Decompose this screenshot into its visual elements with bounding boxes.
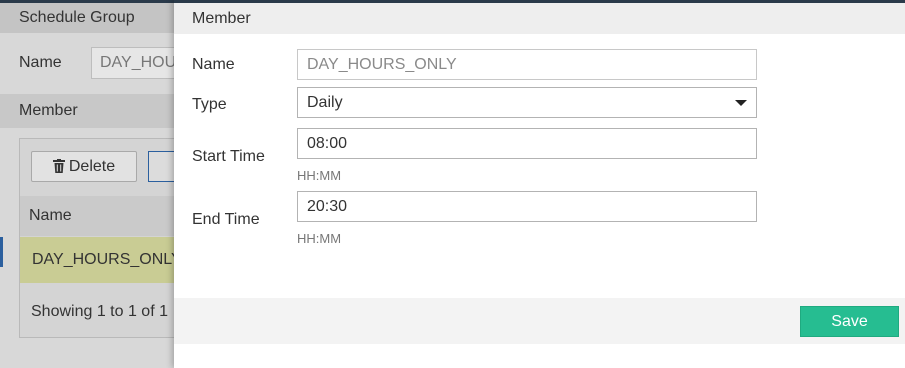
member-dialog: Member Name DAY_HOURS_ONLY Type Daily St…	[174, 0, 905, 368]
delete-button[interactable]: Delete	[31, 151, 137, 182]
name-field[interactable]: DAY_HOURS_ONLY	[297, 49, 757, 80]
bg-name-label: Name	[19, 54, 62, 71]
dialog-footer: Save	[174, 298, 905, 344]
app-root: Schedule Group Name DAY_HOURS_ONLY Membe…	[0, 0, 905, 368]
end-time-field[interactable]: 20:30	[297, 191, 757, 222]
dialog-title: Member	[174, 3, 905, 34]
type-label: Type	[192, 96, 227, 113]
end-time-hint: HH:MM	[297, 231, 342, 246]
bg-table-header-name[interactable]: Name	[20, 196, 190, 236]
pagination-info: Showing 1 to 1 of 1	[31, 303, 168, 320]
start-time-hint: HH:MM	[297, 168, 342, 183]
schedule-group-header: Schedule Group	[0, 3, 180, 33]
type-select[interactable]: Daily	[297, 87, 757, 118]
caret-down-icon	[735, 100, 747, 106]
type-select-value: Daily	[307, 94, 343, 111]
save-button[interactable]: Save	[800, 306, 899, 337]
delete-label: Delete	[68, 158, 116, 175]
end-time-label: End Time	[192, 211, 260, 228]
bg-member-header: Member	[0, 94, 180, 128]
bg-left-accent	[0, 237, 3, 267]
table-row[interactable]: DAY_HOURS_ONLY	[20, 237, 190, 283]
start-time-label: Start Time	[192, 148, 265, 165]
name-label: Name	[192, 56, 235, 73]
start-time-field[interactable]: 08:00	[297, 128, 757, 159]
trash-icon	[52, 159, 65, 173]
